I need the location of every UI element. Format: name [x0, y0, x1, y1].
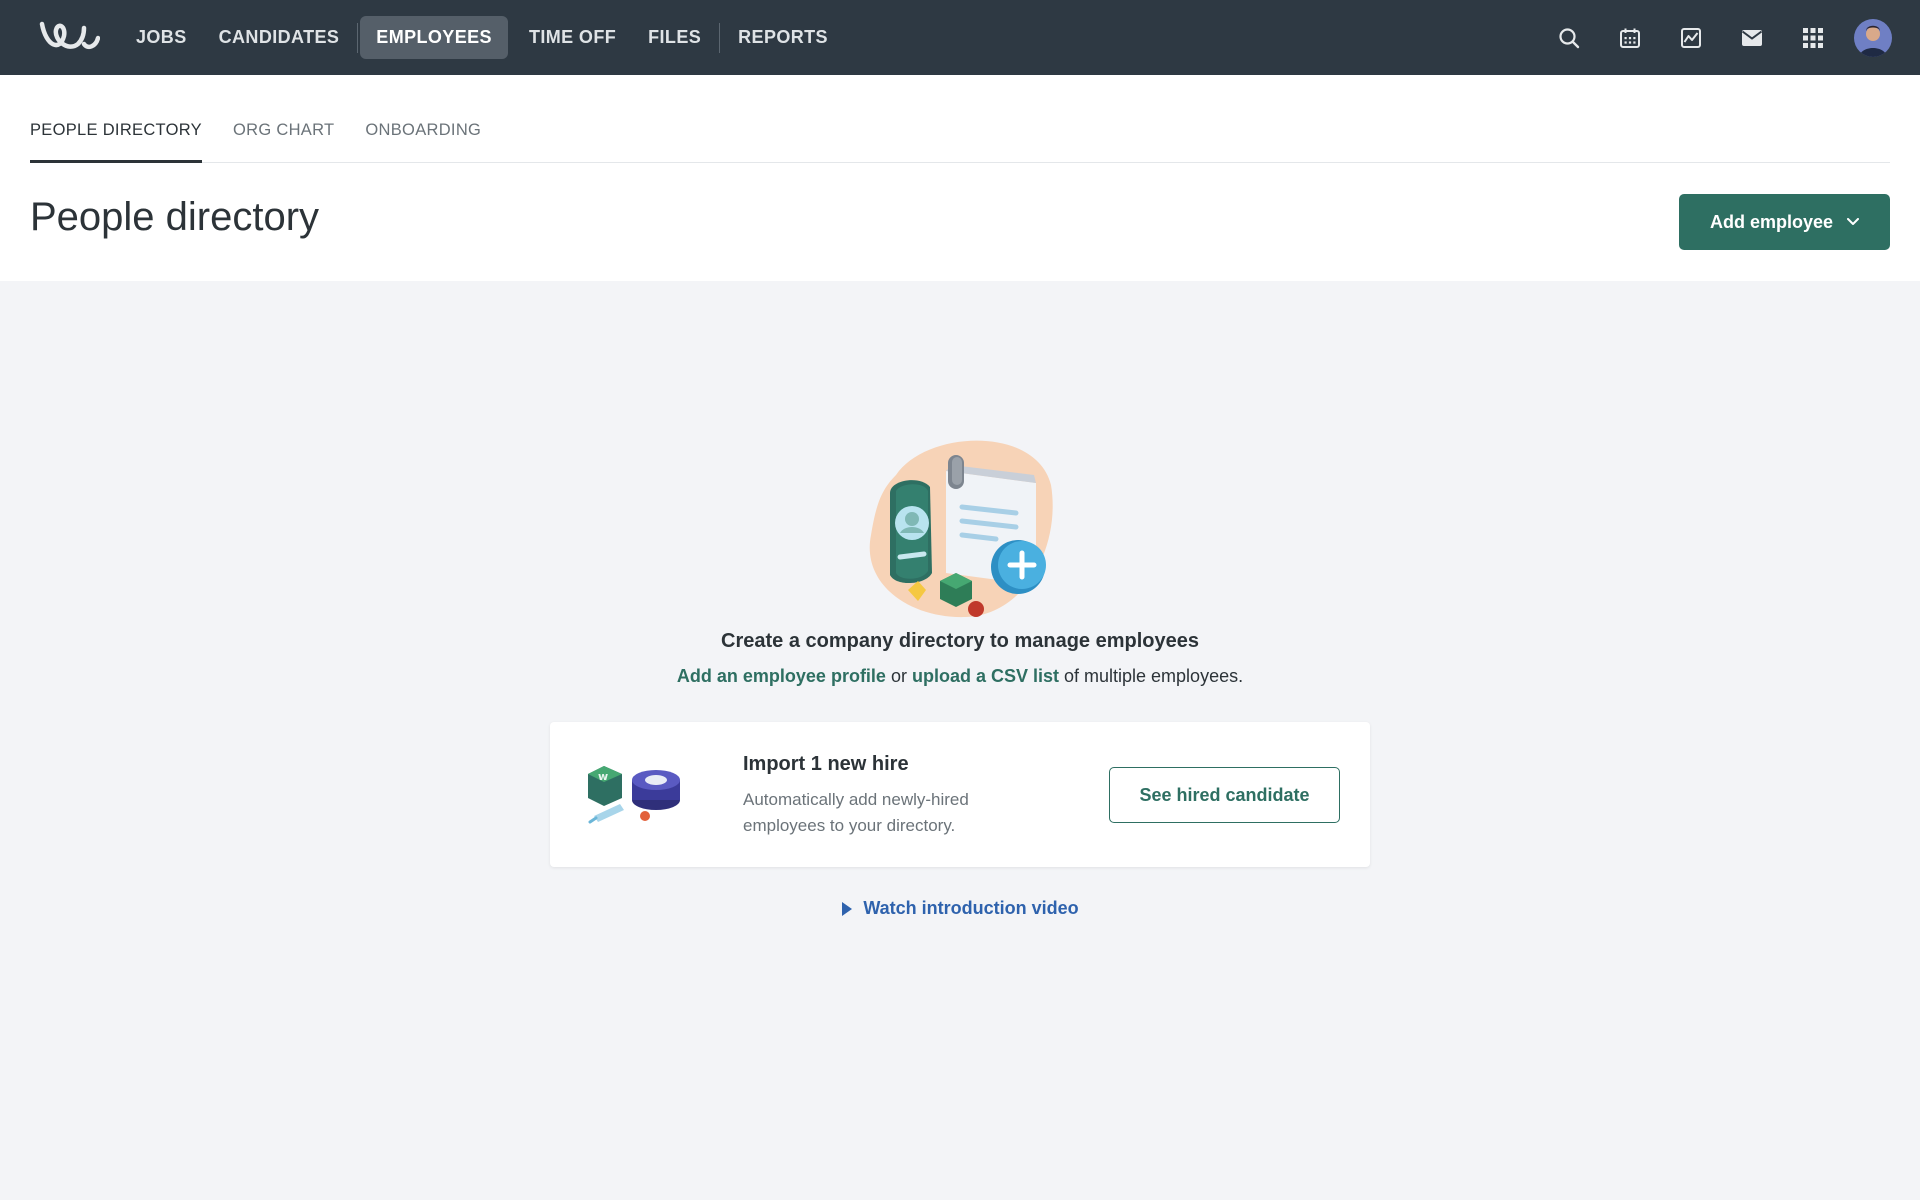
page-header: PEOPLE DIRECTORY ORG CHART ONBOARDING Pe…: [0, 75, 1920, 281]
nav-files[interactable]: FILES: [632, 16, 717, 59]
page-title: People directory: [30, 195, 320, 239]
apps-grid-icon[interactable]: [1792, 17, 1834, 59]
import-card-description: Automatically add newly-hired employees …: [743, 790, 969, 835]
user-avatar[interactable]: [1854, 19, 1892, 57]
watch-video-link[interactable]: Watch introduction video: [0, 898, 1920, 919]
tab-org-chart[interactable]: ORG CHART: [233, 117, 334, 163]
add-employee-button[interactable]: Add employee: [1679, 194, 1890, 250]
import-hire-illustration-icon: w: [588, 766, 680, 824]
import-new-hire-card: w Import 1 new hire Automatically add ne…: [550, 722, 1370, 867]
play-icon: [842, 901, 853, 916]
nav-employees[interactable]: EMPLOYEES: [360, 16, 508, 59]
add-employee-label: Add employee: [1709, 211, 1834, 232]
tab-people-directory[interactable]: PEOPLE DIRECTORY: [30, 117, 202, 163]
nav-time-off[interactable]: TIME OFF: [513, 16, 632, 59]
add-employee-profile-link[interactable]: Add an employee profile: [677, 666, 886, 686]
workable-logo-icon[interactable]: [38, 16, 100, 56]
import-card-title: Import 1 new hire: [743, 753, 909, 775]
empty-state-subtitle: Add an employee profile or upload a CSV …: [0, 666, 1920, 687]
empty-state-text-end: of multiple employees.: [1059, 666, 1244, 686]
svg-text:w: w: [598, 770, 608, 783]
nav-reports[interactable]: REPORTS: [722, 16, 844, 59]
nav-divider: [357, 22, 359, 53]
chevron-down-icon: [1847, 218, 1860, 225]
top-navbar: JOBS CANDIDATES EMPLOYEES TIME OFF FILES…: [0, 0, 1920, 75]
activity-icon[interactable]: [1670, 17, 1712, 59]
search-icon[interactable]: [1548, 17, 1590, 59]
sub-tabs: PEOPLE DIRECTORY ORG CHART ONBOARDING: [30, 117, 1890, 163]
see-hired-candidate-button[interactable]: See hired candidate: [1109, 767, 1340, 823]
watch-video-label: Watch introduction video: [863, 898, 1079, 918]
directory-illustration-icon: [869, 440, 1053, 618]
nav-divider: [719, 22, 721, 53]
tab-onboarding[interactable]: ONBOARDING: [365, 117, 481, 163]
empty-state-title: Create a company directory to manage emp…: [721, 630, 1199, 652]
upload-csv-link[interactable]: upload a CSV list: [912, 666, 1059, 686]
mail-icon[interactable]: [1731, 17, 1773, 59]
calendar-icon[interactable]: [1609, 17, 1651, 59]
nav-jobs[interactable]: JOBS: [120, 16, 203, 59]
nav-candidates[interactable]: CANDIDATES: [203, 16, 356, 59]
empty-state-text-or: or: [885, 666, 912, 686]
